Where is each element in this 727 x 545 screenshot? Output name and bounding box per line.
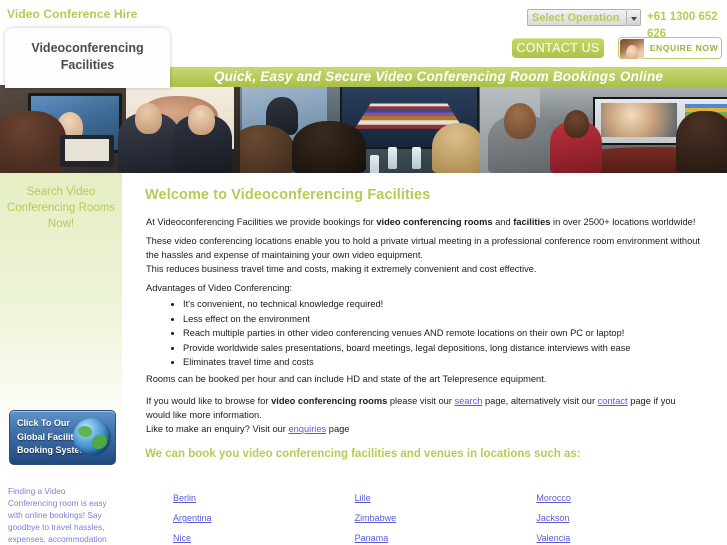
location-link[interactable]: Jackson	[536, 513, 569, 523]
location-link[interactable]: Berlin	[173, 493, 196, 503]
sidebar-title: Search Video Conferencing Rooms Now!	[6, 186, 116, 230]
page-title: Welcome to Videoconferencing Facilities	[145, 187, 431, 203]
tagline-bar: Quick, Easy and Secure Video Conferencin…	[150, 67, 727, 87]
site-logo-tab[interactable]: Videoconferencing Facilities	[5, 28, 170, 88]
location-cell: Morocco	[536, 488, 718, 508]
location-cell: Panama	[355, 528, 537, 545]
enquire-now-button[interactable]: ENQUIRE NOW	[618, 37, 722, 59]
person-figure	[118, 103, 180, 173]
list-item: Eliminates travel time and costs	[183, 355, 723, 370]
hero-banner	[0, 85, 727, 173]
water-bottle	[370, 155, 379, 173]
location-cell: Nice	[173, 528, 355, 545]
hero-image-3	[480, 85, 727, 173]
water-bottle	[388, 147, 397, 169]
location-cell: Zimbabwe	[355, 508, 537, 528]
location-link[interactable]: Argentina	[173, 513, 212, 523]
intro-pre: At Videoconferencing Facilities we provi…	[146, 217, 377, 227]
location-cell: Lille	[355, 488, 537, 508]
list-item: Reach multiple parties in other video co…	[183, 326, 723, 341]
location-link[interactable]: Morocco	[536, 493, 571, 503]
intro-post: in over 2500+ locations worldwide!	[550, 217, 696, 227]
location-link[interactable]: Panama	[355, 533, 389, 543]
location-link[interactable]: Valencia	[536, 533, 570, 543]
person-figure	[676, 111, 727, 173]
locations-grid: Berlin Lille Morocco Argentina Zimbabwe …	[173, 488, 718, 545]
intro-paragraph: At Videoconferencing Facilities we provi…	[146, 216, 702, 230]
location-link[interactable]: Nice	[173, 533, 191, 543]
enquiry-post: page	[326, 424, 350, 434]
list-item: Less effect on the environment	[183, 312, 723, 327]
person-figure	[432, 123, 480, 173]
browse-pre: If you would like to browse for	[146, 396, 272, 406]
list-item: Provide worldwide sales presentations, b…	[183, 341, 723, 356]
contact-link[interactable]: contact	[598, 396, 628, 406]
locations-row: Argentina Zimbabwe Jackson	[173, 508, 718, 528]
person-figure	[0, 111, 66, 173]
paragraph-2: These video conferencing locations enabl…	[146, 236, 701, 260]
brand-tagline: Video Conference Hire	[7, 7, 138, 21]
location-link[interactable]: Lille	[355, 493, 371, 503]
hero-image-1	[0, 85, 240, 173]
list-item: It's convenient, no technical knowledge …	[183, 297, 723, 312]
intro-bold-2: facilities	[513, 217, 551, 227]
hd-paragraph: Rooms can be booked per hour and can inc…	[146, 374, 547, 384]
locations-row: Nice Panama Valencia	[173, 528, 718, 545]
intro-mid: and	[492, 217, 514, 227]
logo-line-2: Facilities	[60, 58, 115, 72]
paragraph-3: This reduces business travel time and co…	[146, 264, 537, 274]
enquiry-pre: Like to make an enquiry? Visit our	[146, 424, 289, 434]
person-figure	[488, 103, 554, 173]
locations-row: Berlin Lille Morocco	[173, 488, 718, 508]
advantages-label: Advantages of Video Conferencing:	[146, 283, 293, 293]
search-link[interactable]: search	[454, 396, 482, 406]
water-bottle	[412, 147, 421, 169]
sidebar-paragraph: Finding a Video Conferencing room is eas…	[8, 486, 107, 545]
location-cell: Jackson	[536, 508, 718, 528]
tagline-text: Quick, Easy and Secure Video Conferencin…	[213, 69, 664, 84]
location-cell: Valencia	[536, 528, 718, 545]
page-root: Video Conference Hire Videoconferencing …	[0, 0, 727, 545]
main-content: Welcome to Videoconferencing Facilities …	[145, 173, 727, 545]
locations-heading: We can book you video conferencing facil…	[145, 448, 581, 460]
globe-icon	[73, 418, 111, 456]
left-sidebar: Search Video Conferencing Rooms Now! Cli…	[0, 173, 122, 545]
person-figure	[550, 110, 602, 173]
enquire-now-label: ENQUIRE NOW	[649, 43, 719, 53]
logo-line-1: Videoconferencing	[31, 41, 144, 55]
browse-mid-2: page, alternatively visit our	[482, 396, 598, 406]
intro-bold-1: video conferencing rooms	[376, 217, 493, 227]
person-figure	[240, 125, 294, 173]
advantages-list: It's convenient, no technical knowledge …	[167, 297, 723, 370]
person-figure	[292, 121, 366, 173]
location-cell: Berlin	[173, 488, 355, 508]
chevron-down-icon[interactable]	[627, 9, 641, 26]
location-link[interactable]: Zimbabwe	[355, 513, 397, 523]
site-logo-text: Videoconferencing Facilities	[5, 40, 170, 74]
laptop	[60, 135, 114, 167]
location-cell: Argentina	[173, 508, 355, 528]
enquiry-paragraph: Like to make an enquiry? Visit our enqui…	[146, 423, 702, 437]
select-operation-dropdown[interactable]: Select Operation	[527, 9, 627, 26]
person-figure	[172, 105, 232, 173]
contact-us-button[interactable]: CONTACT US	[512, 38, 604, 58]
enquiries-link[interactable]: enquiries	[288, 424, 326, 434]
global-facility-booking-button[interactable]: Click To Our Global Facility Booking Sys…	[9, 410, 116, 465]
browse-paragraph: If you would like to browse for video co…	[146, 395, 702, 422]
browse-bold: video conferencing rooms	[271, 396, 388, 406]
browse-mid: please visit our	[387, 396, 455, 406]
avatar	[620, 39, 644, 59]
hero-image-2	[240, 85, 480, 173]
